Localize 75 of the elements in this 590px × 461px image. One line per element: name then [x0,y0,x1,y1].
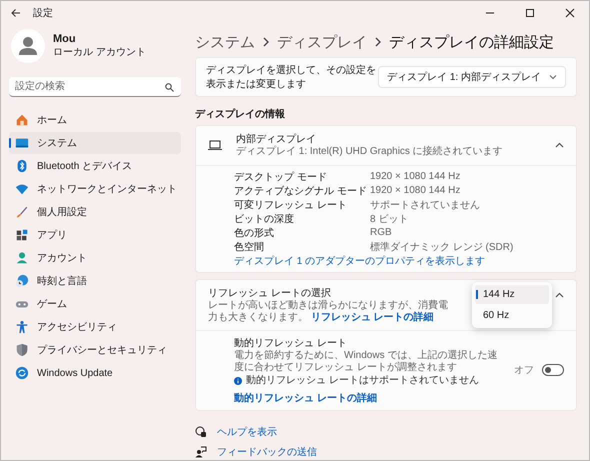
brush-icon [15,205,29,219]
menu-option[interactable]: 60 Hz [475,306,549,324]
toggle-switch[interactable] [542,364,564,376]
refresh-rate-title: リフレッシュ レートの選択 [208,286,332,300]
info-icon [234,376,242,385]
dynamic-refresh-link[interactable]: 動的リフレッシュ レートの詳細 [234,391,377,405]
breadcrumb-item[interactable]: システム [195,32,255,52]
sidebar-item[interactable]: 時刻と言語 [9,270,181,292]
display-dropdown[interactable]: ディスプレイ 1: 内部ディスプレイ [378,66,566,88]
dynamic-refresh-description: 電力を節約するために、Windows では、上記の選択した速度に合わせてリフレッシュ レートが調整されます [234,350,498,374]
accessibility-icon [15,320,29,334]
info-value: 1920 × 1080 144 Hz [370,171,460,182]
search-icon [165,83,174,92]
monitor-icon [15,136,29,150]
sidebar-item[interactable]: システム [9,132,181,154]
clock-icon [15,274,29,288]
maximize-icon[interactable] [525,8,535,18]
chevron-right-icon [262,36,270,48]
sidebar-item[interactable]: アカウント [9,247,181,269]
info-label: デスクトップ モード [234,170,328,184]
info-value: 1920 × 1080 144 Hz [370,185,460,196]
breadcrumb-item[interactable]: ディスプレイ [277,32,367,52]
window-title: 設定 [33,6,53,20]
info-value: 標準ダイナミック レンジ (SDR) [370,240,514,254]
help-icon [195,426,207,438]
sidebar-item[interactable]: Bluetooth とデバイス [9,155,181,177]
adapter-properties-link[interactable]: ディスプレイ 1 のアダプターのプロパティを表示します [234,254,576,268]
info-label: アクティブなシグナル モード [234,184,368,198]
refresh-rate-link[interactable]: リフレッシュ レートの詳細 [310,312,434,323]
feedback-link[interactable]: フィードバックの送信 [217,445,317,459]
refresh-rate-description: レートが高いほど動きは滑らかになりますが、消費電力も大きくなります。 リフレッシュ レートの詳細 [208,300,449,324]
info-value: サポートされていません [370,198,480,212]
sidebar-item[interactable]: ホーム [9,109,181,131]
wifi-icon [15,182,29,196]
sync-icon [15,366,29,380]
info-label: 色の形式 [234,226,275,240]
sidebar-item[interactable]: プライバシーとセキュリティ [9,339,181,361]
display-name: 内部ディスプレイ [236,132,317,146]
chevron-icon[interactable] [555,142,564,148]
user-name: Mou [53,33,77,45]
home-icon [15,113,29,127]
sidebar-item[interactable]: 個人用設定 [9,201,181,223]
person-icon [15,251,29,265]
display-subtitle: ディスプレイ 1: Intel(R) UHD Graphics に接続されています [236,146,504,158]
info-label: 色空間 [234,240,265,254]
menu-option[interactable]: 144 Hz [475,284,549,304]
avatar-icon [11,29,45,63]
sidebar-item[interactable]: Windows Update [9,362,181,384]
account-type: ローカル アカウント [53,46,146,59]
section-heading: ディスプレイの情報 [195,107,286,121]
sidebar-item[interactable]: ネットワークとインターネット [9,178,181,200]
chevron-down-icon [549,74,557,80]
info-value: RGB [370,227,392,238]
bluetooth-icon [15,159,29,173]
close-icon[interactable] [565,8,575,18]
help-link[interactable]: ヘルプを表示 [217,425,277,439]
laptop-icon [208,140,222,150]
chevron-right-icon [374,36,382,48]
shield-icon [15,343,29,357]
search-field[interactable]: 設定の検索 [9,77,181,97]
back-icon[interactable] [11,8,21,18]
info-value: 8 ビット [370,212,408,226]
info-label: 可変リフレッシュ レート [234,198,348,212]
chevron-icon[interactable] [555,292,564,298]
sidebar-item[interactable]: アクセシビリティ [9,316,181,338]
sidebar-item[interactable]: アプリ [9,224,181,246]
apps-icon [15,228,29,242]
feedback-icon [195,446,207,458]
info-text: 動的リフレッシュ レートはサポートされていません [246,374,479,387]
breadcrumb-item: ディスプレイの詳細設定 [389,32,554,52]
sidebar-item[interactable]: ゲーム [9,293,181,315]
info-label: ビットの深度 [234,212,295,226]
toggle-state: オフ [514,364,534,378]
dynamic-refresh-title: 動的リフレッシュ レート [234,336,348,350]
display-select-label: ディスプレイを選択して、その設定を表示または変更します [206,64,377,91]
